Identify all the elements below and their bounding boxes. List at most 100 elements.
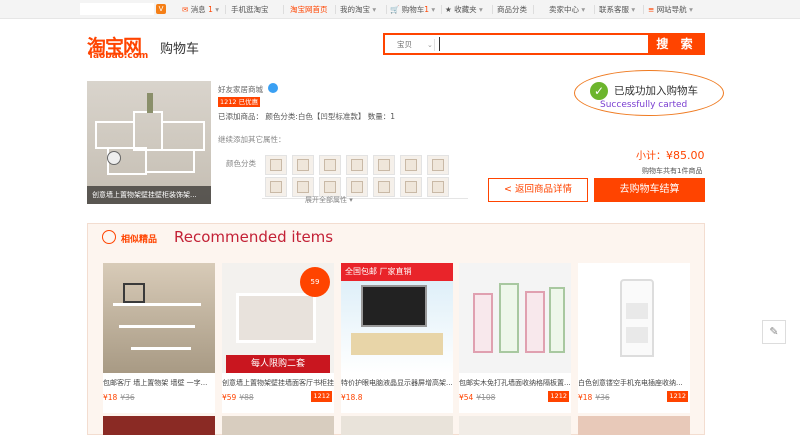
search-category-select[interactable]: 宝贝 ⌄ [389, 39, 435, 51]
cart-count-text: 购物车共有1件商品 [642, 167, 703, 175]
recommended-item-row2[interactable] [459, 416, 571, 435]
color-swatch[interactable] [292, 155, 314, 175]
contact-label: 联系客服 [599, 5, 629, 14]
color-swatch[interactable] [427, 177, 449, 197]
page-title: 购物车 [160, 42, 200, 57]
recommended-item-price: ¥18.8 [341, 393, 365, 402]
cart-icon: 🛒 [390, 5, 400, 14]
chevron-down-icon: ⌄ [427, 41, 433, 49]
cart-link[interactable]: 🛒 购物车1 ▾ [390, 5, 435, 15]
taobao-logo-en: Taobao.com [88, 51, 149, 61]
recommended-item-image[interactable] [103, 263, 215, 373]
recommended-item-row2[interactable] [103, 416, 215, 435]
recommend-icon [102, 230, 116, 244]
color-swatch[interactable] [265, 177, 287, 197]
recommended-item-title[interactable]: 创意墙上置物架壁挂墙面客厅书柜挂... [222, 378, 334, 388]
messages-count: 1 [208, 5, 213, 14]
back-to-product-button[interactable]: < 返回商品详情 [488, 178, 588, 202]
recommended-item-price: ¥54 ¥108 [459, 393, 495, 402]
color-swatch[interactable] [373, 177, 395, 197]
color-swatch[interactable] [319, 177, 341, 197]
color-swatch[interactable] [292, 177, 314, 197]
recommended-item[interactable]: 包邮实木免打孔墙面收纳格隔板置... ¥54 ¥108 1212 [459, 263, 571, 413]
color-label: 颜色分类 [226, 159, 256, 168]
recommended-item-image[interactable] [578, 263, 690, 373]
contact-link[interactable]: 联系客服 ▾ [599, 5, 635, 15]
pencil-icon[interactable]: ✎ [762, 320, 786, 344]
success-message: 已成功加入购物车 [614, 85, 698, 97]
recommended-title-cn: 相似精品 [121, 235, 158, 245]
recommended-item-image[interactable]: 59 每人限购二套 [222, 263, 334, 373]
recommended-item-price: ¥18 ¥36 [103, 393, 135, 402]
recommended-item-price: ¥59 ¥88 [222, 393, 254, 402]
recommended-item-title[interactable]: 包邮客厅 墙上置物架 墙壁 一字... [103, 378, 215, 388]
other-attrs-label: 继续添加其它属性： [218, 135, 286, 144]
promo-tag: 1212 已优惠 [218, 97, 261, 107]
original-price: ¥36 [120, 393, 135, 402]
color-swatch[interactable] [427, 155, 449, 175]
recommended-item-row2[interactable] [222, 416, 334, 435]
recommended-item[interactable]: 包邮客厅 墙上置物架 墙壁 一字... ¥18 ¥36 [103, 263, 215, 413]
divider [262, 198, 468, 199]
original-price: ¥36 [595, 393, 610, 402]
user-name[interactable] [80, 3, 154, 15]
my-taobao-link[interactable]: 我的淘宝 ▾ [340, 5, 376, 15]
favorites-link[interactable]: ★ 收藏夹 ▾ [445, 5, 483, 15]
recommended-title-en: Recommended items [174, 228, 334, 246]
categories-link[interactable]: 商品分类 [497, 5, 527, 15]
recommended-item-image[interactable]: 全国包邮 厂家直销 [341, 263, 453, 373]
original-price: ¥108 [476, 393, 496, 402]
product-image[interactable]: 创意墙上置物架壁挂壁柜装饰架... [87, 81, 211, 204]
recommended-item-row2[interactable] [341, 416, 453, 435]
recommended-item-image[interactable] [459, 263, 571, 373]
cart-count: 1 [424, 5, 430, 14]
top-nav-bar: V ✉ 消息 1 ▾ 手机逛淘宝 淘宝网首页 我的淘宝 ▾ 🛒 购物车1 ▾ ★… [0, 0, 800, 19]
recommended-item[interactable]: 59 每人限购二套 创意墙上置物架壁挂墙面客厅书柜挂... ¥59 ¥88 121… [222, 263, 334, 413]
messages-label: 消息 [190, 5, 206, 14]
site-nav-link[interactable]: ≡ 网站导航 ▾ [648, 5, 693, 15]
recommended-item[interactable]: 白色创意镂空手机充电插座收纳... ¥18 ¥36 1212 [578, 263, 690, 413]
star-icon: ★ [445, 5, 452, 14]
color-swatch[interactable] [265, 155, 287, 175]
promo-badge: 1212 [311, 391, 332, 402]
price: ¥59 [222, 393, 237, 402]
site-nav-label: 网站导航 [656, 5, 687, 14]
checkout-button[interactable]: 去购物车结算 [594, 178, 705, 202]
color-swatch[interactable] [346, 177, 368, 197]
recommended-item-title[interactable]: 白色创意镂空手机充电插座收纳... [578, 378, 690, 388]
price: ¥18 [103, 393, 118, 402]
price: ¥18 [578, 393, 593, 402]
promo-badge: 1212 [667, 391, 688, 402]
home-link[interactable]: 淘宝网首页 [290, 5, 328, 15]
recommended-item-price: ¥18 ¥36 [578, 393, 610, 402]
color-swatch[interactable] [400, 155, 422, 175]
recommended-item[interactable]: 全国包邮 厂家直销 特价护眼电脑液晶显示器屏增高架... ¥18.8 [341, 263, 453, 413]
mobile-link[interactable]: 手机逛淘宝 [231, 5, 269, 15]
menu-icon: ≡ [648, 5, 655, 14]
price: ¥18.8 [341, 393, 363, 402]
color-swatch[interactable] [373, 155, 395, 175]
verified-icon [268, 83, 278, 93]
added-product-info: 已添加商品： 颜色分类:白色【凹型标准款】 数量：1 [218, 112, 396, 121]
success-message-en: Successfully carted [600, 100, 688, 110]
original-price: ¥88 [239, 393, 254, 402]
check-circle-icon: ✓ [590, 82, 608, 100]
expand-attrs-link[interactable]: 展开全部属性 ▾ [305, 195, 353, 205]
color-swatch[interactable] [346, 155, 368, 175]
favorites-label: 收藏夹 [454, 5, 477, 14]
cart-label: 购物车 [401, 5, 425, 14]
search-input[interactable] [439, 37, 639, 51]
recommended-item-row2[interactable] [578, 416, 690, 435]
color-swatch[interactable] [319, 155, 341, 175]
product-image-caption: 创意墙上置物架壁挂壁柜装饰架... [87, 186, 211, 204]
shop-name[interactable]: 好友家居商城 [218, 84, 263, 95]
seller-center-link[interactable]: 卖家中心 ▾ [549, 5, 585, 15]
messages-link[interactable]: ✉ 消息 1 ▾ [182, 5, 219, 15]
search-bar: 宝贝 ⌄ 搜 索 [383, 33, 705, 55]
recommended-item-title[interactable]: 包邮实木免打孔墙面收纳格隔板置... [459, 378, 571, 388]
seller-center-label: 卖家中心 [549, 5, 579, 14]
search-button[interactable]: 搜 索 [648, 33, 705, 55]
color-swatch[interactable] [400, 177, 422, 197]
recommended-item-title[interactable]: 特价护眼电脑液晶显示器屏增高架... [341, 378, 453, 388]
subtotal-label: 小计： [636, 151, 666, 162]
